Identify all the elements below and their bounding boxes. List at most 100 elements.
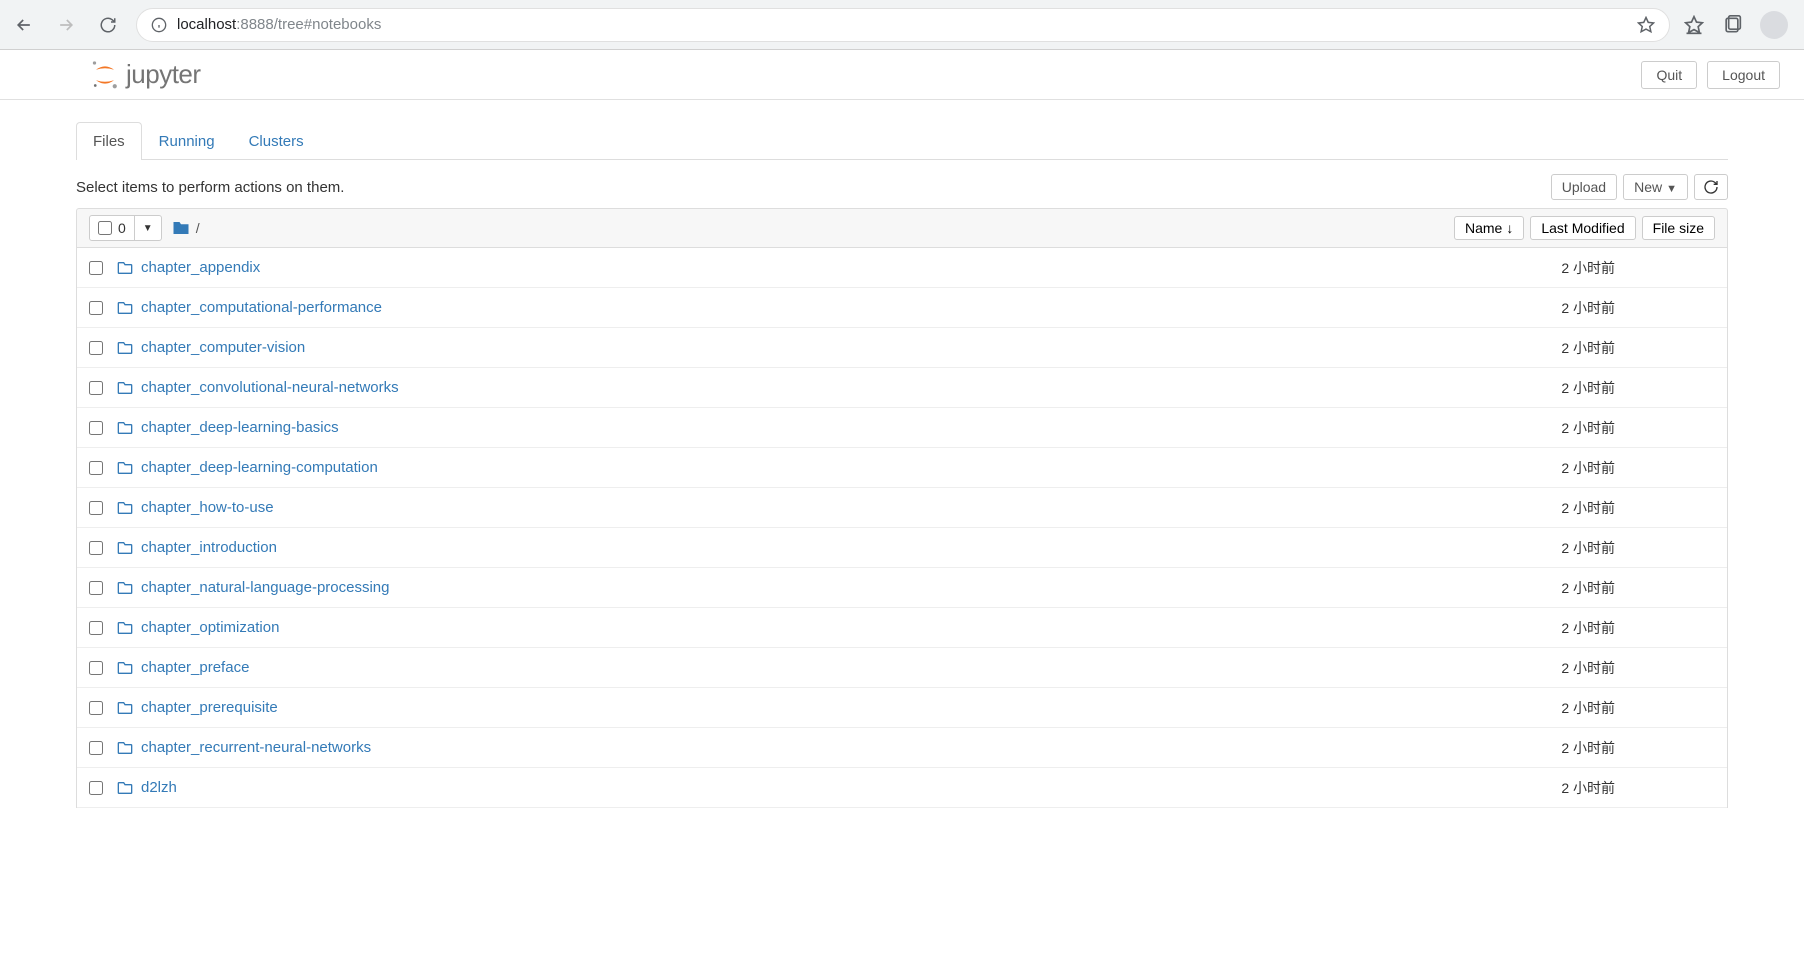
breadcrumb-root: / bbox=[196, 220, 200, 236]
browser-url: localhost:8888/tree#notebooks bbox=[177, 16, 1627, 33]
file-row: chapter_computer-vision 2 小时前 bbox=[77, 328, 1727, 368]
file-modified: 2 小时前 bbox=[1525, 418, 1645, 438]
logout-button[interactable]: Logout bbox=[1707, 61, 1780, 89]
browser-back-button[interactable] bbox=[10, 11, 38, 39]
select-all-checkbox[interactable] bbox=[98, 221, 112, 235]
refresh-button[interactable] bbox=[1694, 174, 1728, 200]
file-row: chapter_deep-learning-computation 2 小时前 bbox=[77, 448, 1727, 488]
select-menu-caret[interactable]: ▼ bbox=[134, 216, 161, 240]
folder-icon bbox=[172, 219, 190, 237]
file-name-link[interactable]: chapter_computational-performance bbox=[141, 299, 382, 316]
select-all-checkbox-seg[interactable]: 0 bbox=[90, 216, 134, 240]
bookmark-star-plus-icon[interactable] bbox=[1637, 16, 1655, 34]
file-modified: 2 小时前 bbox=[1525, 578, 1645, 598]
row-checkbox[interactable] bbox=[89, 421, 103, 435]
file-list: chapter_appendix 2 小时前 chapter_computati… bbox=[76, 248, 1728, 808]
folder-icon bbox=[117, 580, 133, 596]
caret-down-icon: ▼ bbox=[1666, 183, 1677, 195]
folder-icon bbox=[117, 500, 133, 516]
file-row: chapter_introduction 2 小时前 bbox=[77, 528, 1727, 568]
sort-name-button[interactable]: Name↓ bbox=[1454, 216, 1524, 240]
folder-icon bbox=[117, 300, 133, 316]
file-modified: 2 小时前 bbox=[1525, 298, 1645, 318]
file-row: d2lzh 2 小时前 bbox=[77, 768, 1727, 808]
file-name-link[interactable]: chapter_prerequisite bbox=[141, 699, 278, 716]
file-modified: 2 小时前 bbox=[1525, 258, 1645, 278]
folder-icon bbox=[117, 260, 133, 276]
browser-reload-button[interactable] bbox=[94, 11, 122, 39]
file-modified: 2 小时前 bbox=[1525, 498, 1645, 518]
browser-profile-avatar[interactable] bbox=[1760, 11, 1788, 39]
sort-size-button[interactable]: File size bbox=[1642, 216, 1715, 240]
file-name-link[interactable]: chapter_introduction bbox=[141, 539, 277, 556]
file-name-link[interactable]: chapter_preface bbox=[141, 659, 249, 676]
file-toolbar: Select items to perform actions on them.… bbox=[76, 174, 1728, 200]
file-row: chapter_natural-language-processing 2 小时… bbox=[77, 568, 1727, 608]
file-name-link[interactable]: chapter_appendix bbox=[141, 259, 260, 276]
folder-icon bbox=[117, 620, 133, 636]
caret-down-icon: ▼ bbox=[143, 223, 153, 234]
file-modified: 2 小时前 bbox=[1525, 738, 1645, 758]
file-name-link[interactable]: chapter_recurrent-neural-networks bbox=[141, 739, 371, 756]
file-row: chapter_deep-learning-basics 2 小时前 bbox=[77, 408, 1727, 448]
folder-icon bbox=[117, 380, 133, 396]
sort-arrow-down-icon: ↓ bbox=[1506, 220, 1513, 236]
site-info-icon[interactable] bbox=[151, 17, 167, 33]
file-name-link[interactable]: chapter_convolutional-neural-networks bbox=[141, 379, 399, 396]
jupyter-wordmark: jupyter bbox=[126, 59, 201, 90]
file-modified: 2 小时前 bbox=[1525, 698, 1645, 718]
row-checkbox[interactable] bbox=[89, 541, 103, 555]
file-modified: 2 小时前 bbox=[1525, 658, 1645, 678]
row-checkbox[interactable] bbox=[89, 661, 103, 675]
file-modified: 2 小时前 bbox=[1525, 538, 1645, 558]
file-row: chapter_optimization 2 小时前 bbox=[77, 608, 1727, 648]
file-row: chapter_appendix 2 小时前 bbox=[77, 248, 1727, 288]
breadcrumb[interactable]: / bbox=[172, 219, 200, 237]
file-modified: 2 小时前 bbox=[1525, 338, 1645, 358]
browser-toolbar: localhost:8888/tree#notebooks bbox=[0, 0, 1804, 50]
row-checkbox[interactable] bbox=[89, 621, 103, 635]
file-modified: 2 小时前 bbox=[1525, 618, 1645, 638]
folder-icon bbox=[117, 740, 133, 756]
toolbar-hint: Select items to perform actions on them. bbox=[76, 179, 344, 196]
row-checkbox[interactable] bbox=[89, 701, 103, 715]
row-checkbox[interactable] bbox=[89, 341, 103, 355]
browser-forward-button[interactable] bbox=[52, 11, 80, 39]
row-checkbox[interactable] bbox=[89, 581, 103, 595]
browser-address-bar[interactable]: localhost:8888/tree#notebooks bbox=[136, 8, 1670, 42]
file-name-link[interactable]: d2lzh bbox=[141, 779, 177, 796]
upload-button[interactable]: Upload bbox=[1551, 174, 1617, 200]
row-checkbox[interactable] bbox=[89, 781, 103, 795]
tab-bar: Files Running Clusters bbox=[76, 122, 1728, 160]
file-name-link[interactable]: chapter_deep-learning-basics bbox=[141, 419, 339, 436]
file-row: chapter_computational-performance 2 小时前 bbox=[77, 288, 1727, 328]
folder-icon bbox=[117, 660, 133, 676]
file-name-link[interactable]: chapter_natural-language-processing bbox=[141, 579, 390, 596]
new-label: New bbox=[1634, 179, 1662, 195]
tab-running[interactable]: Running bbox=[142, 122, 232, 160]
row-checkbox[interactable] bbox=[89, 501, 103, 515]
row-checkbox[interactable] bbox=[89, 741, 103, 755]
file-modified: 2 小时前 bbox=[1525, 778, 1645, 798]
row-checkbox[interactable] bbox=[89, 381, 103, 395]
tab-clusters[interactable]: Clusters bbox=[232, 122, 321, 160]
folder-icon bbox=[117, 780, 133, 796]
row-checkbox[interactable] bbox=[89, 461, 103, 475]
new-dropdown-button[interactable]: New ▼ bbox=[1623, 174, 1688, 200]
select-all-group: 0 ▼ bbox=[89, 215, 162, 241]
collections-icon[interactable] bbox=[1722, 15, 1742, 35]
row-checkbox[interactable] bbox=[89, 261, 103, 275]
quit-button[interactable]: Quit bbox=[1641, 61, 1697, 89]
file-name-link[interactable]: chapter_deep-learning-computation bbox=[141, 459, 378, 476]
favorites-icon[interactable] bbox=[1684, 15, 1704, 35]
sort-modified-button[interactable]: Last Modified bbox=[1530, 216, 1635, 240]
folder-icon bbox=[117, 420, 133, 436]
file-row: chapter_recurrent-neural-networks 2 小时前 bbox=[77, 728, 1727, 768]
row-checkbox[interactable] bbox=[89, 301, 103, 315]
file-name-link[interactable]: chapter_computer-vision bbox=[141, 339, 305, 356]
tab-files[interactable]: Files bbox=[76, 122, 142, 160]
file-name-link[interactable]: chapter_optimization bbox=[141, 619, 279, 636]
jupyter-logo[interactable]: jupyter bbox=[90, 58, 201, 92]
file-name-link[interactable]: chapter_how-to-use bbox=[141, 499, 274, 516]
file-modified: 2 小时前 bbox=[1525, 378, 1645, 398]
